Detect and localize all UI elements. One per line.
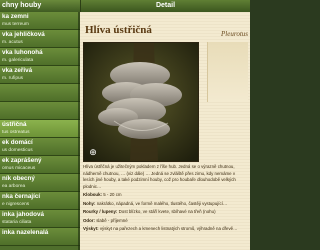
list-item[interactable]: nka černající e nigrescens [0,192,80,210]
odor-value: slabě - příjemné [96,217,128,223]
list-item-title: vka zeřivá [2,67,33,74]
list-item[interactable]: ka zemni mus terreum [0,12,80,30]
list-item[interactable]: vka zeřivá m. rufipus [0,66,80,84]
odor-label: Odor: [83,217,95,223]
list-item[interactable] [0,102,80,120]
detail-header: Detail [80,0,250,12]
list-item[interactable]: inka jahodová stataria ciliata [0,210,80,228]
list-item[interactable]: vka luhonohá m. galericulata [0,48,80,66]
list-item-title: ník obecný [2,175,35,182]
list-item-title: nka černající [2,193,41,200]
list-item-title: ek domácí [2,139,33,146]
list-item-latin: ea arborea [2,184,26,189]
occurrence-label: Výskyt: [83,226,99,231]
gills-label: Rourky / lupeny: [83,209,118,214]
mushroom-photo[interactable]: ⊕ [83,42,199,162]
list-item-latin: m. galericulata [2,58,34,63]
cap-row: Klobouk: 5 - 20 cm [83,192,247,199]
list-item-latin: mus terreum [2,22,29,27]
list-item[interactable]: vka jehličková m. acutus [0,30,80,48]
list-item-latin: us domesticus [2,148,33,153]
mushroom-list[interactable]: ka zemni mus terreum vka jehličková m. a… [0,12,80,250]
list-item-title: inka nazelenalá [2,229,49,236]
list-item-latin: stataria ciliata [2,220,32,225]
top-bar: chny houby Detail [0,0,250,12]
list-item-selected[interactable]: ústřičná tus ostreatus [0,120,80,138]
magnifier-icon[interactable]: ⊕ [88,147,98,157]
gills-value: Dost blízko, ve stáří kvete, sbíhavé na … [118,209,216,214]
intro-text: Hlíva ústřičná je užitečným pokladem z ř… [83,164,236,189]
stem-value: nakrátko, nápadná, ve formě malého, tlus… [96,200,228,206]
list-item-title: ek zaprášený [2,157,42,164]
detail-pane: Hlíva ústřičná Pleurotus ⊕ Hlíva ústřičn… [80,12,250,250]
list-item-latin: omus micaceus [2,166,36,171]
list-item-latin: e nigrescens [2,202,30,207]
list-item[interactable]: inka nazelenalá [0,228,80,246]
oyster-mushroom-image [84,43,198,161]
list-item[interactable] [0,84,80,102]
gills-row: Rourky / lupeny: Dost blízko, ve stáří k… [83,209,247,216]
list-item[interactable]: ek domácí us domesticus [0,138,80,156]
cap-value: 5 - 20 cm [103,192,122,197]
list-item-title: ka zemni [2,13,29,20]
list-item-latin: m. acutus [2,40,23,45]
description: Hlíva ústřičná je užitečným pokladem z ř… [83,164,247,235]
side-panel [207,42,248,102]
list-header: chny houby [0,0,80,12]
list-item-title: vka jehličková [2,31,45,38]
list-item-title: vka luhonohá [2,49,43,56]
list-item[interactable]: ek zaprášený omus micaceus [0,156,80,174]
stem-label: Nohy: [83,200,96,206]
mushroom-latin-name: Pleurotus [221,30,248,38]
occurrence-value: výskyt na pařezech a kmenech listnatých … [99,226,238,231]
list-item-latin: tus ostreatus [2,130,30,135]
cap-label: Klobouk: [83,192,103,197]
mushroom-title: Hlíva ústřičná [85,24,152,36]
list-item-title: ústřičná [2,121,27,128]
list-item[interactable]: ník obecný ea arborea [0,174,80,192]
stem-row: Nohy: nakrátko, nápadná, ve formě malého… [83,201,247,208]
list-item-title: inka jahodová [2,211,44,218]
occurrence-row: Výskyt: výskyt na pařezech a kmenech lis… [83,226,247,233]
list-item-latin: m. rufipus [2,76,24,81]
odor-row: Odor: slabě - příjemné [83,218,247,225]
